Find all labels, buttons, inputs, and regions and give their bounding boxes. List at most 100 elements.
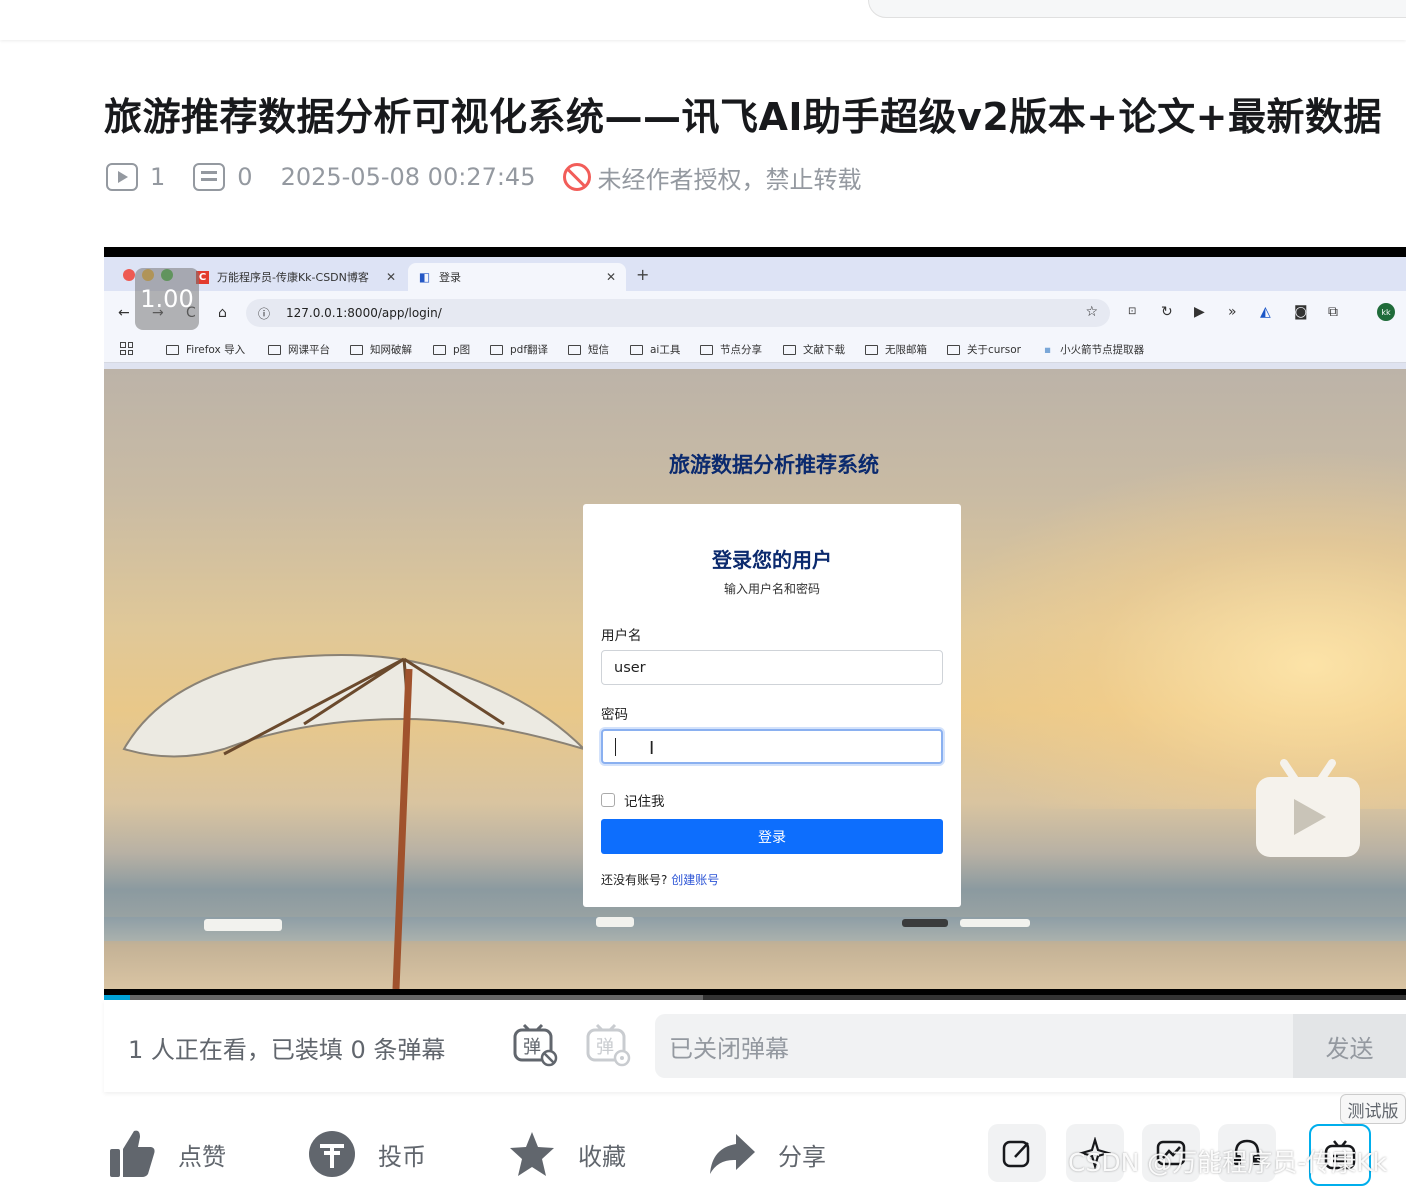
share-button[interactable]: 分享 [708,1122,826,1186]
boat [902,919,948,927]
sunset-glow [926,449,1406,809]
boat [960,919,1030,927]
tab-close-icon[interactable]: ✕ [606,270,616,284]
folder-icon [268,344,281,355]
translate-extension-icon[interactable]: ⊡ [1128,306,1136,317]
browser-tab-login[interactable]: ◧ 登录 ✕ [408,263,626,291]
tab-label: 登录 [439,271,461,284]
bookmark-item[interactable]: 知网破解 [350,342,412,357]
login-heading: 登录您的用户 [712,548,832,572]
share-label: 分享 [778,1142,826,1171]
signup-prompt: 还没有账号? 创建账号 [601,871,719,888]
rocket-icon: ▪ [1044,343,1052,356]
browser-toolbar: ← → C ⌂ ⓘ 127.0.0.1:8000/app/login/ ☆ ⊡ … [104,291,1406,333]
play-count-icon [106,163,138,191]
bookmark-item[interactable]: pdf翻译 [490,342,548,357]
password-input[interactable]: I [601,729,943,764]
danmaku-input[interactable]: 已关闭弹幕 [655,1014,1295,1078]
login-subheading: 输入用户名和密码 [723,582,820,596]
folder-icon [783,344,796,355]
incognito-extension-icon[interactable]: ◙ [1294,304,1308,320]
danmaku-settings-icon[interactable]: 弹 [585,1022,631,1068]
danmaku-count-icon [193,163,226,191]
puzzle-extensions-icon[interactable]: ⧉ [1328,304,1338,320]
danmaku-count: 0 [237,163,253,191]
bookmark-item[interactable]: 关于cursor [947,342,1021,357]
address-bar[interactable]: ⓘ 127.0.0.1:8000/app/login/ ☆ [246,299,1110,327]
username-label: 用户名 [601,628,642,644]
folder-icon [433,344,446,355]
copyright-text: 未经作者授权，禁止转载 [597,165,862,194]
apps-grid-icon[interactable] [120,342,133,355]
profile-avatar[interactable]: kk [1377,303,1395,321]
folder-icon [568,344,581,355]
folder-icon [700,344,713,355]
folder-icon [630,344,643,355]
publish-date: 2025-05-08 00:27:45 [280,163,536,191]
copyright-notice: 未经作者授权，禁止转载 [563,160,861,195]
like-button[interactable]: 点赞 [108,1122,226,1186]
csdn-watermark: CSDN @万能程序员-传康Kk [1068,1148,1388,1177]
coin-button[interactable]: 投币 [308,1122,426,1186]
like-label: 点赞 [178,1142,226,1171]
coin-label: 投币 [378,1142,426,1171]
close-window-dot [123,269,135,281]
home-icon[interactable]: ⌂ [218,305,227,321]
bookmark-star-icon[interactable]: ☆ [1085,304,1098,320]
beta-badge: 测试版 [1340,1094,1406,1124]
login-card: 登录您的用户 输入用户名和密码 用户名 user 密码 I 记住我 登录 还没有… [583,504,961,907]
new-tab-icon[interactable]: + [636,265,649,284]
create-account-link[interactable]: 创建账号 [671,873,719,887]
folder-icon [166,344,179,355]
svg-text:弹: 弹 [523,1037,541,1058]
site-info-icon[interactable]: ⓘ [258,305,270,322]
vpn-extension-icon[interactable]: ◭ [1260,304,1271,320]
text-caret [615,737,616,756]
forward-extension-icon[interactable]: » [1228,304,1237,320]
thumbs-up-icon [110,1130,155,1177]
browser-tabstrip: C 万能程序员-传康Kk-CSDN博客 ✕ ◧ 登录 ✕ + [104,257,1406,291]
url-text: 127.0.0.1:8000/app/login/ [286,306,442,320]
playback-speed-badge[interactable]: 1.00 [135,268,199,330]
bookmark-item[interactable]: ▪ 小火箭节点提取器 [1044,342,1144,357]
login-page-background: 旅游数据分析推荐系统 登录您的用户 输入用户名和密码 用户名 user 密码 I… [104,369,1406,989]
remember-checkbox[interactable] [601,793,615,807]
no-repost-icon [563,163,592,191]
danmaku-bar: 1 人正在看，已装填 0 条弹幕 弹 弹 已关闭弹幕 发送 [104,1000,1406,1092]
back-icon[interactable]: ← [118,305,130,321]
bookmark-item[interactable]: ai工具 [630,342,680,357]
star-icon [510,1132,554,1176]
sync-extension-icon[interactable]: ↻ [1161,304,1173,320]
search-bar[interactable] [868,0,1406,18]
username-input[interactable]: user [601,650,943,685]
bookmark-item[interactable]: 文献下载 [783,342,845,357]
tab-close-icon[interactable]: ✕ [386,270,396,284]
remember-label: 记住我 [624,794,665,810]
bookmark-item[interactable]: Firefox 导入 [166,342,245,357]
bilibili-play-icon[interactable] [1254,759,1362,859]
folder-icon [865,344,878,355]
bookmark-item[interactable]: 节点分享 [700,342,762,357]
play-count: 1 [150,163,166,191]
favorite-button[interactable]: 收藏 [508,1122,626,1186]
send-danmaku-button[interactable]: 发送 [1293,1014,1406,1078]
browser-tab-csdn[interactable]: C 万能程序员-传康Kk-CSDN博客 ✕ [196,263,404,291]
danmaku-toggle-icon[interactable]: 弹 [512,1022,558,1068]
remember-me[interactable]: 记住我 [601,790,665,810]
bookmark-item[interactable]: 无限邮箱 [865,342,927,357]
folder-icon [490,344,503,355]
video-meta: 1 0 2025-05-08 00:27:45 未经作者授权，禁止转载 [106,160,861,194]
play-extension-icon[interactable]: ▶ [1194,304,1205,320]
login-button[interactable]: 登录 [601,819,943,854]
bookmark-item[interactable]: 短信 [568,342,609,357]
share-arrow-icon [710,1134,755,1174]
video-player[interactable]: C 万能程序员-传康Kk-CSDN博客 ✕ ◧ 登录 ✕ + ← → C ⌂ ⓘ… [104,247,1406,1000]
svg-text:弹: 弹 [596,1037,614,1058]
bookmark-item[interactable]: 网课平台 [268,342,330,357]
password-label: 密码 [601,707,628,723]
recorded-browser-window: C 万能程序员-传康Kk-CSDN博客 ✕ ◧ 登录 ✕ + ← → C ⌂ ⓘ… [104,257,1406,369]
bookmark-item[interactable]: p图 [433,342,470,357]
edit-note-button[interactable] [988,1124,1046,1182]
edit-icon [1002,1140,1030,1168]
coin-icon [309,1131,355,1177]
